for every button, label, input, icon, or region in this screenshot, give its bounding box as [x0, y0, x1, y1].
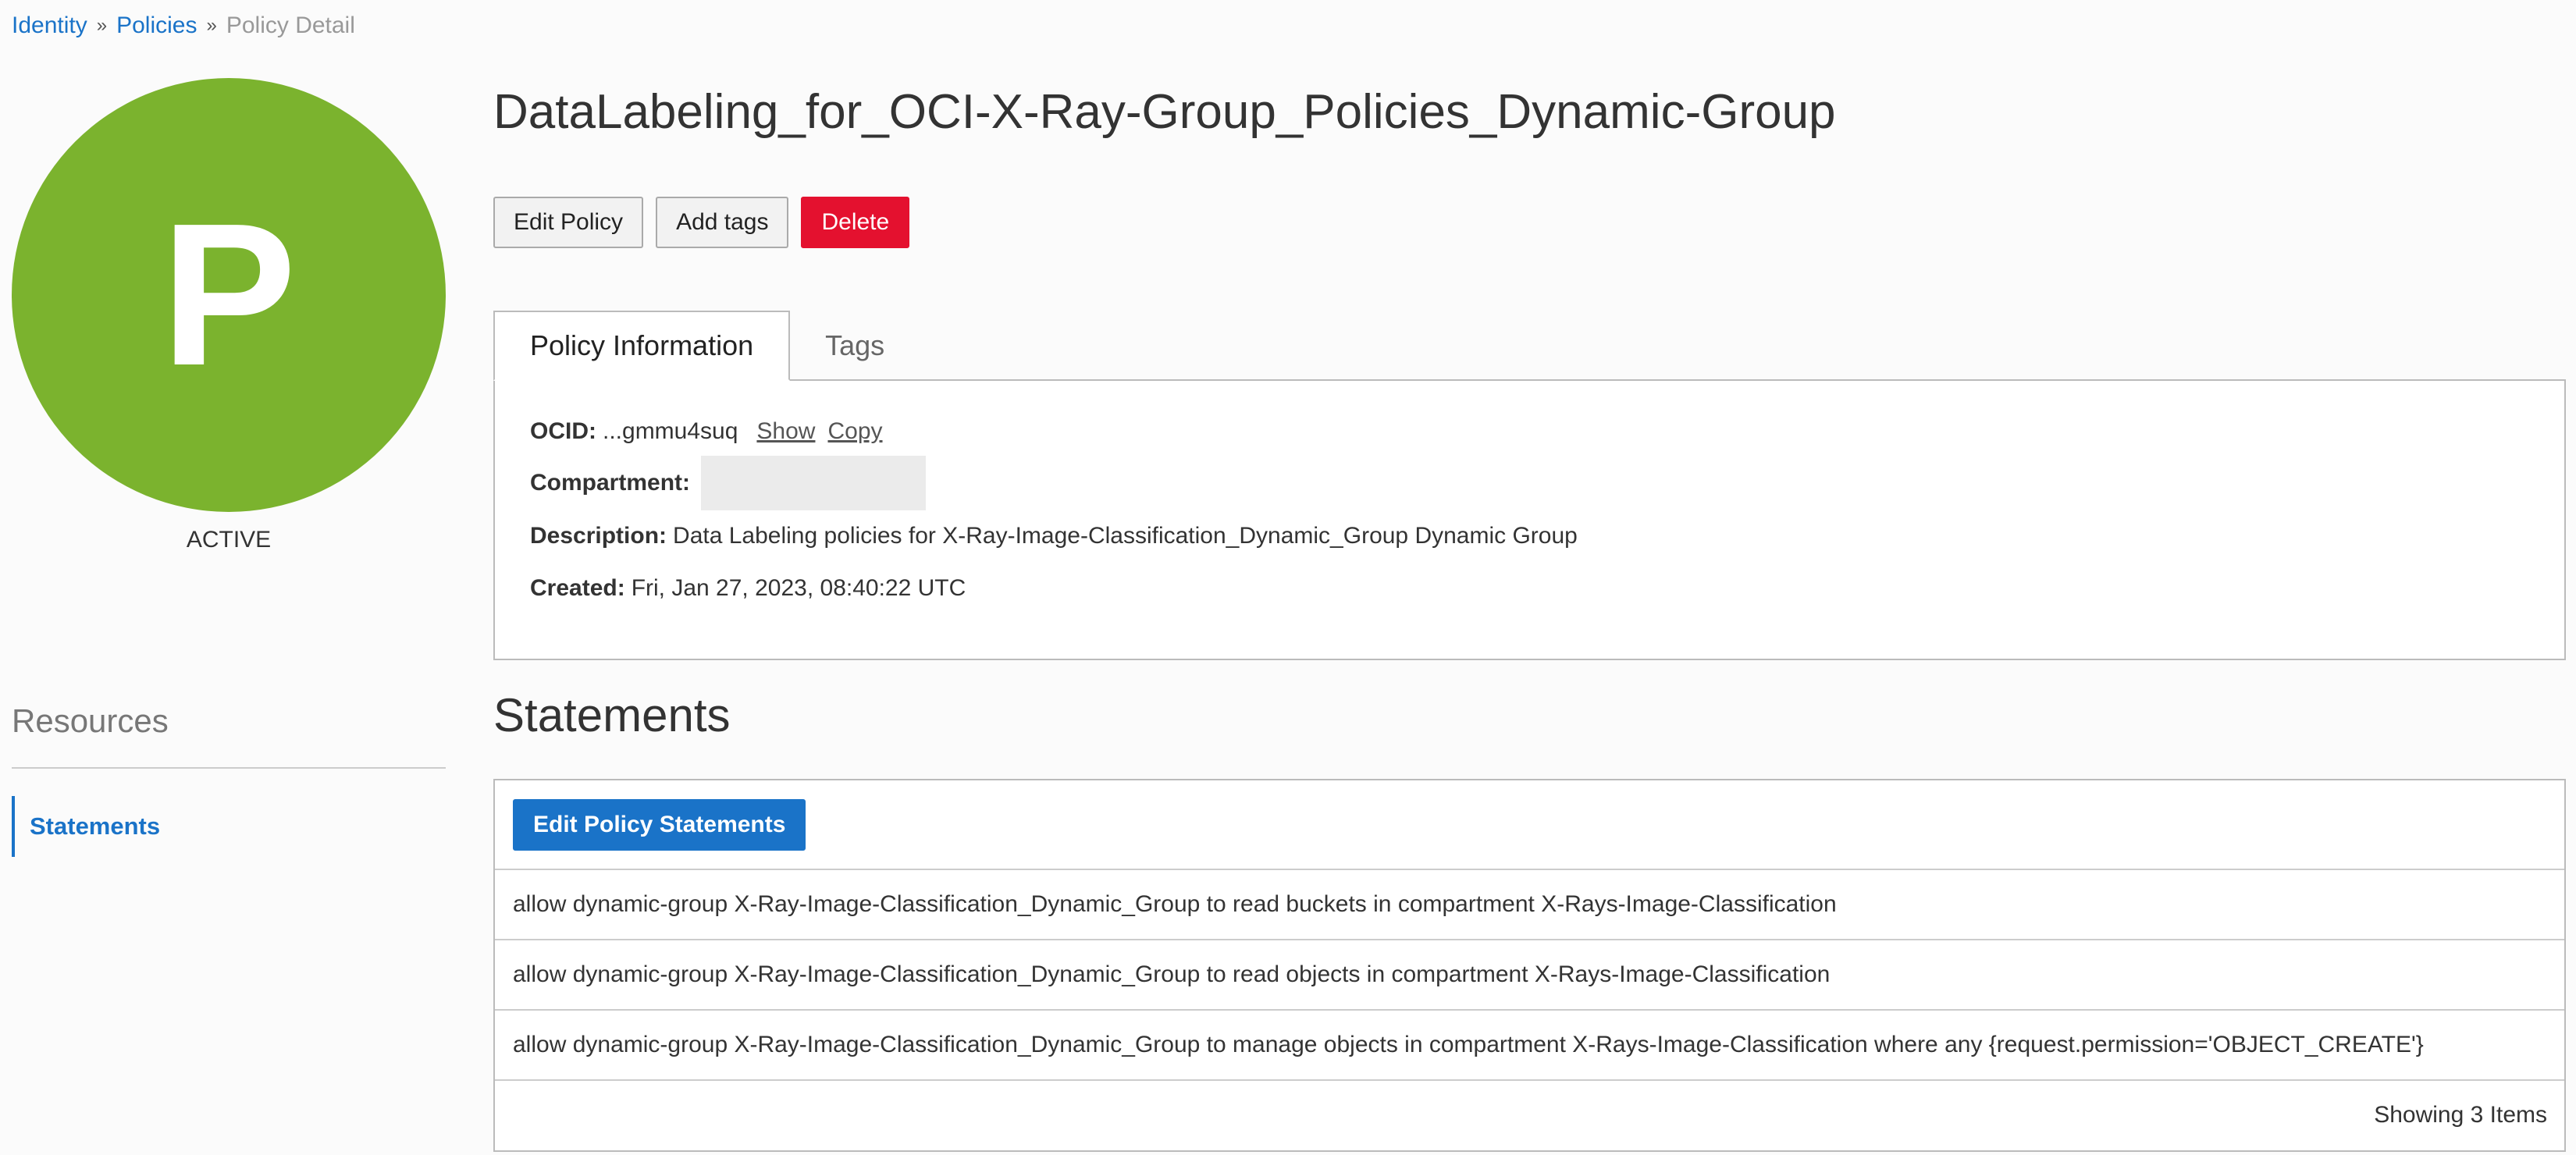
breadcrumb-current: Policy Detail — [226, 12, 355, 38]
statements-table: Edit Policy Statements allow dynamic-gro… — [493, 779, 2566, 1152]
edit-policy-button[interactable]: Edit Policy — [493, 197, 644, 248]
compartment-value-redacted — [701, 456, 927, 510]
breadcrumb-policies-link[interactable]: Policies — [116, 12, 197, 39]
tab-tags[interactable]: Tags — [790, 311, 920, 381]
ocid-show-link[interactable]: Show — [756, 418, 815, 445]
status-label: ACTIVE — [186, 527, 272, 553]
resources-item-statements[interactable]: Statements — [12, 796, 160, 857]
statements-heading: Statements — [493, 689, 731, 741]
created-label: Created: — [530, 575, 625, 601]
breadcrumb: Identity » Policies » Policy Detail — [12, 12, 355, 39]
compartment-label: Compartment: — [530, 470, 691, 496]
statement-row: allow dynamic-group X-Ray-Image-Classifi… — [495, 870, 2564, 940]
ocid-row: OCID: ...gmmu4suq Show Copy — [530, 418, 883, 445]
ocid-value: ...gmmu4suq — [603, 418, 738, 444]
breadcrumb-separator: » — [96, 15, 108, 36]
tab-policy-information[interactable]: Policy Information — [493, 311, 791, 381]
page-title: DataLabeling_for_OCI-X-Ray-Group_Policie… — [493, 85, 1836, 139]
breadcrumb-identity-link[interactable]: Identity — [12, 12, 87, 39]
detail-tabs: Policy Information Tags — [493, 311, 920, 381]
statements-toolbar: Edit Policy Statements — [495, 780, 2564, 870]
created-value: Fri, Jan 27, 2023, 08:40:22 UTC — [631, 575, 966, 601]
avatar-letter: P — [161, 182, 297, 408]
action-bar: Edit Policy Add tags Delete — [493, 197, 910, 248]
ocid-copy-link[interactable]: Copy — [827, 418, 882, 445]
resources-heading: Resources — [12, 702, 169, 739]
resources-divider — [12, 767, 446, 769]
edit-policy-statements-button[interactable]: Edit Policy Statements — [513, 798, 806, 851]
add-tags-button[interactable]: Add tags — [656, 197, 789, 248]
created-row: Created: Fri, Jan 27, 2023, 08:40:22 UTC — [530, 575, 966, 602]
policy-information-panel: OCID: ...gmmu4suq Show Copy Compartment:… — [493, 379, 2566, 660]
statement-row: allow dynamic-group X-Ray-Image-Classifi… — [495, 940, 2564, 1011]
breadcrumb-separator: » — [206, 15, 217, 36]
compartment-row: Compartment: — [530, 456, 927, 510]
description-label: Description: — [530, 523, 667, 549]
delete-button[interactable]: Delete — [801, 197, 910, 248]
policy-avatar: P — [12, 78, 446, 512]
description-row: Description: Data Labeling policies for … — [530, 523, 1578, 549]
ocid-label: OCID: — [530, 418, 596, 444]
description-value: Data Labeling policies for X-Ray-Image-C… — [673, 523, 1578, 549]
statements-item-count: Showing 3 Items — [2374, 1102, 2547, 1128]
statement-row: allow dynamic-group X-Ray-Image-Classifi… — [495, 1011, 2564, 1081]
